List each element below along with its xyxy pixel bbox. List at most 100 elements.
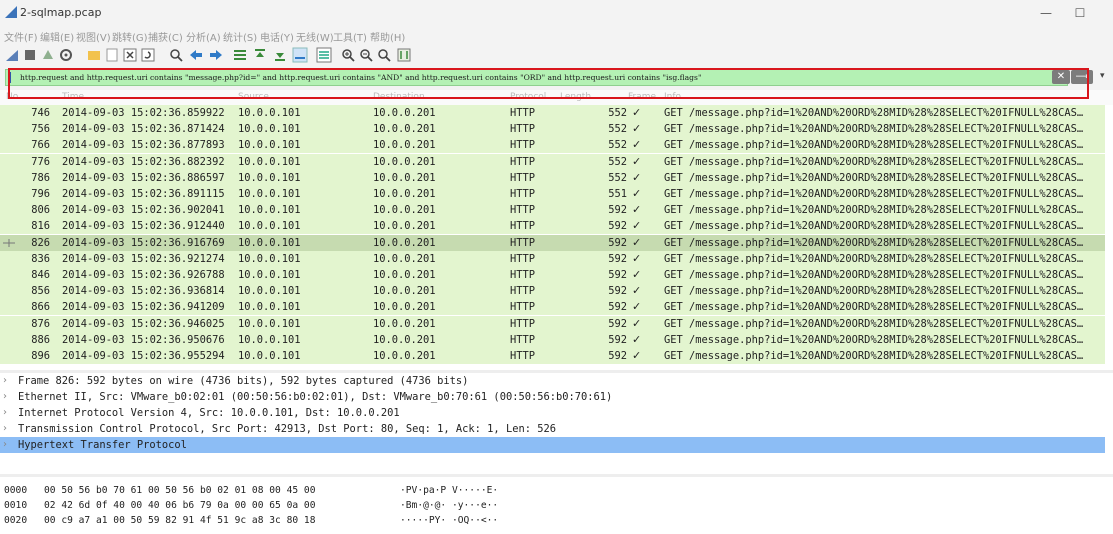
cell-source: 10.0.0.101	[238, 252, 301, 265]
cell-no: 876	[31, 317, 50, 330]
packet-list[interactable]: 746 2014-09-03 15:02:36.859922 10.0.0.101 1…	[0, 105, 1113, 370]
cell-length: 551	[608, 188, 627, 200]
cell-time: 2014-09-03 15:02:36.941209	[62, 301, 225, 314]
cell-destination: 10.0.0.201	[373, 139, 436, 152]
table-row[interactable]: 886 2014-09-03 15:02:36.950676 10.0.0.101 1…	[0, 331, 1105, 348]
detail-tree-item[interactable]: › Internet Protocol Version 4, Src: 10.0.…	[0, 405, 1105, 421]
file-icon[interactable]	[104, 47, 120, 63]
shark-fin-icon[interactable]	[4, 47, 20, 63]
expand-chevron-icon[interactable]: ›	[3, 389, 7, 405]
cell-frame-check: ✓	[632, 170, 642, 184]
pane-splitter[interactable]	[0, 474, 1113, 477]
menu-help[interactable]: 帮助(H)	[370, 29, 405, 44]
filter-history-dropdown-icon[interactable]: ▾	[1100, 71, 1105, 81]
table-row[interactable]: 756 2014-09-03 15:02:36.871424 10.0.0.101 1…	[0, 121, 1105, 138]
resize-columns-icon[interactable]	[396, 47, 412, 63]
cell-source: 10.0.0.101	[238, 269, 301, 281]
table-row[interactable]: 836 2014-09-03 15:02:36.921274 10.0.0.101 1…	[0, 250, 1105, 267]
cell-no: 766	[31, 139, 50, 152]
table-row[interactable]: 816 2014-09-03 15:02:36.912440 10.0.0.101 1…	[0, 218, 1105, 235]
expand-chevron-icon[interactable]: ›	[3, 437, 7, 453]
cell-source: 10.0.0.101	[238, 317, 301, 330]
colorize-icon[interactable]	[316, 47, 332, 63]
zoom-out-icon[interactable]	[358, 47, 374, 63]
table-row[interactable]: 846 2014-09-03 15:02:36.926788 10.0.0.101 1…	[0, 267, 1105, 283]
cell-length: 592	[608, 350, 627, 362]
menu-telephony[interactable]: 电话(Y)	[260, 29, 294, 44]
autoscroll-icon[interactable]	[292, 47, 308, 63]
zoom-normal-icon[interactable]	[376, 47, 392, 63]
maximize-button[interactable]: ☐	[1067, 3, 1093, 23]
cell-time: 2014-09-03 15:02:36.902041	[62, 204, 225, 217]
menu-file[interactable]: 文件(F)	[4, 29, 38, 44]
detail-tree-item[interactable]: › Hypertext Transfer Protocol	[0, 437, 1105, 453]
open-folder-icon[interactable]	[86, 47, 102, 63]
minimize-button[interactable]: —	[1033, 3, 1059, 23]
table-row-selected[interactable]: 826 2014-09-03 15:02:36.916769 10.0.0.101 1…	[0, 234, 1105, 251]
expand-chevron-icon[interactable]: ›	[3, 405, 7, 421]
cell-length: 592	[608, 252, 627, 265]
cell-length: 592	[608, 269, 627, 281]
first-icon[interactable]	[252, 47, 268, 63]
menu-go[interactable]: 跳转(G)	[112, 29, 148, 44]
goto-icon[interactable]	[232, 47, 248, 63]
table-row[interactable]: 866 2014-09-03 15:02:36.941209 10.0.0.101 1…	[0, 299, 1105, 316]
zoom-in-icon[interactable]	[340, 47, 356, 63]
cell-frame-check: ✓	[632, 235, 642, 249]
cell-protocol: HTTP	[510, 188, 536, 200]
cell-time: 2014-09-03 15:02:36.912440	[62, 220, 225, 233]
cell-source: 10.0.0.101	[238, 139, 301, 152]
cell-info: GET /message.php?id=1%20AND%20ORD%28MID%…	[664, 317, 1084, 330]
find-icon[interactable]	[168, 47, 184, 63]
stop-icon[interactable]	[22, 47, 38, 63]
table-row[interactable]: 746 2014-09-03 15:02:36.859922 10.0.0.101 1…	[0, 105, 1105, 121]
cell-source: 10.0.0.101	[238, 236, 301, 249]
table-row[interactable]: 896 2014-09-03 15:02:36.955294 10.0.0.101 1…	[0, 348, 1105, 364]
menu-statistics[interactable]: 统计(S)	[223, 29, 257, 44]
cell-info: GET /message.php?id=1%20AND%20ORD%28MID%…	[664, 236, 1084, 249]
reload-icon[interactable]	[140, 47, 156, 63]
detail-tree-item[interactable]: › Ethernet II, Src: VMware_b0:02:01 (00:5…	[0, 389, 1105, 405]
cell-no: 786	[31, 171, 50, 184]
table-row[interactable]: 766 2014-09-03 15:02:36.877893 10.0.0.101 1…	[0, 137, 1105, 154]
table-row[interactable]: 786 2014-09-03 15:02:36.886597 10.0.0.101 1…	[0, 169, 1105, 186]
expand-chevron-icon[interactable]: ›	[3, 373, 7, 389]
expand-chevron-icon[interactable]: ›	[3, 421, 7, 437]
cell-time: 2014-09-03 15:02:36.871424	[62, 123, 225, 136]
detail-tree-label: Internet Protocol Version 4, Src: 10.0.0…	[18, 407, 400, 419]
table-row[interactable]: 796 2014-09-03 15:02:36.891115 10.0.0.101 1…	[0, 186, 1105, 202]
cell-no: 806	[31, 204, 50, 217]
menu-view[interactable]: 视图(V)	[76, 29, 111, 44]
last-icon[interactable]	[272, 47, 288, 63]
cell-frame-check: ✓	[632, 187, 642, 200]
menu-capture[interactable]: 捕获(C)	[148, 29, 183, 44]
cell-no: 836	[31, 252, 50, 265]
detail-tree-item[interactable]: › Frame 826: 592 bytes on wire (4736 bits…	[0, 373, 1105, 389]
cell-length: 592	[608, 301, 627, 314]
table-row[interactable]: 876 2014-09-03 15:02:36.946025 10.0.0.101 1…	[0, 315, 1105, 332]
cell-info: GET /message.php?id=1%20AND%20ORD%28MID%…	[664, 171, 1084, 184]
menu-edit[interactable]: 编辑(E)	[40, 29, 74, 44]
cell-destination: 10.0.0.201	[373, 333, 436, 346]
table-row[interactable]: 806 2014-09-03 15:02:36.902041 10.0.0.101 1…	[0, 202, 1105, 219]
menu-analyze[interactable]: 分析(A)	[186, 29, 221, 44]
cell-destination: 10.0.0.201	[373, 269, 436, 281]
cell-time: 2014-09-03 15:02:36.955294	[62, 350, 225, 362]
cell-length: 552	[608, 107, 627, 119]
table-row[interactable]: 776 2014-09-03 15:02:36.882392 10.0.0.101 1…	[0, 153, 1105, 170]
cell-protocol: HTTP	[510, 269, 536, 281]
cell-frame-check: ✓	[632, 349, 642, 362]
restart-icon[interactable]	[40, 47, 56, 63]
cell-length: 552	[608, 139, 627, 152]
menu-tools[interactable]: 工具(T)	[333, 29, 367, 44]
options-icon[interactable]	[58, 47, 74, 63]
close-file-icon[interactable]	[122, 47, 138, 63]
cell-info: GET /message.php?id=1%20AND%20ORD%28MID%…	[664, 333, 1084, 346]
detail-tree-item[interactable]: › Transmission Control Protocol, Src Port…	[0, 421, 1105, 437]
table-row[interactable]: 856 2014-09-03 15:02:36.936814 10.0.0.101 1…	[0, 283, 1105, 300]
forward-icon[interactable]	[208, 47, 224, 63]
cell-length: 552	[608, 171, 627, 184]
menu-wireless[interactable]: 无线(W)	[296, 29, 334, 44]
back-icon[interactable]	[188, 47, 204, 63]
main-toolbar	[0, 44, 1113, 66]
